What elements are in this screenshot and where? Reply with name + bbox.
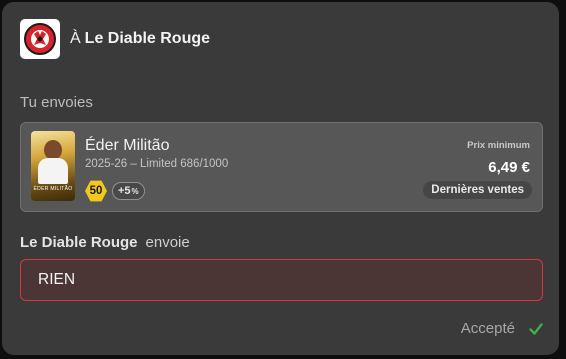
trade-offer-modal: À Le Diable Rouge Tu envoies ÉDER MILITÃO… [2,2,559,355]
header-club-name[interactable]: Le Diable Rouge [85,30,210,47]
they-send-content-box: RIEN [20,259,543,301]
boost-badge: +5% [112,182,145,200]
club-crest-icon [20,19,60,59]
sender-verb: envoie [145,234,190,251]
player-name[interactable]: Éder Militão [85,137,169,155]
sender-name[interactable]: Le Diable Rouge [20,234,138,251]
boost-value: +5 [118,185,131,197]
card-mini-name: ÉDER MILITÃO [33,186,73,192]
check-icon [529,322,543,335]
header-title: À Le Diable Rouge [70,30,210,48]
offered-card-item[interactable]: ÉDER MILITÃO Éder Militão 2025-26 – Limi… [20,122,543,212]
player-subtitle: 2025-26 – Limited 686/1000 [85,158,229,170]
header: À Le Diable Rouge [20,18,210,60]
they-send-label: Le Diable Rouge envoie [20,234,190,251]
player-shirt-art [38,158,68,184]
status-label: Accepté [460,320,515,337]
they-send-content: RIEN [38,271,76,288]
you-send-label: Tu envoies [20,94,93,111]
status-row: Accepté [461,320,543,337]
min-price-label: Prix minimum [467,140,530,151]
player-card-image[interactable]: ÉDER MILITÃO [31,131,75,201]
recent-sales-button[interactable]: Dernières ventes [423,181,532,199]
player-face-art [44,140,62,160]
min-price-value: 6,49 € [488,159,530,176]
header-prefix: À [70,30,81,47]
boost-unit: % [131,186,139,196]
rating-badge: 50 [85,180,107,202]
